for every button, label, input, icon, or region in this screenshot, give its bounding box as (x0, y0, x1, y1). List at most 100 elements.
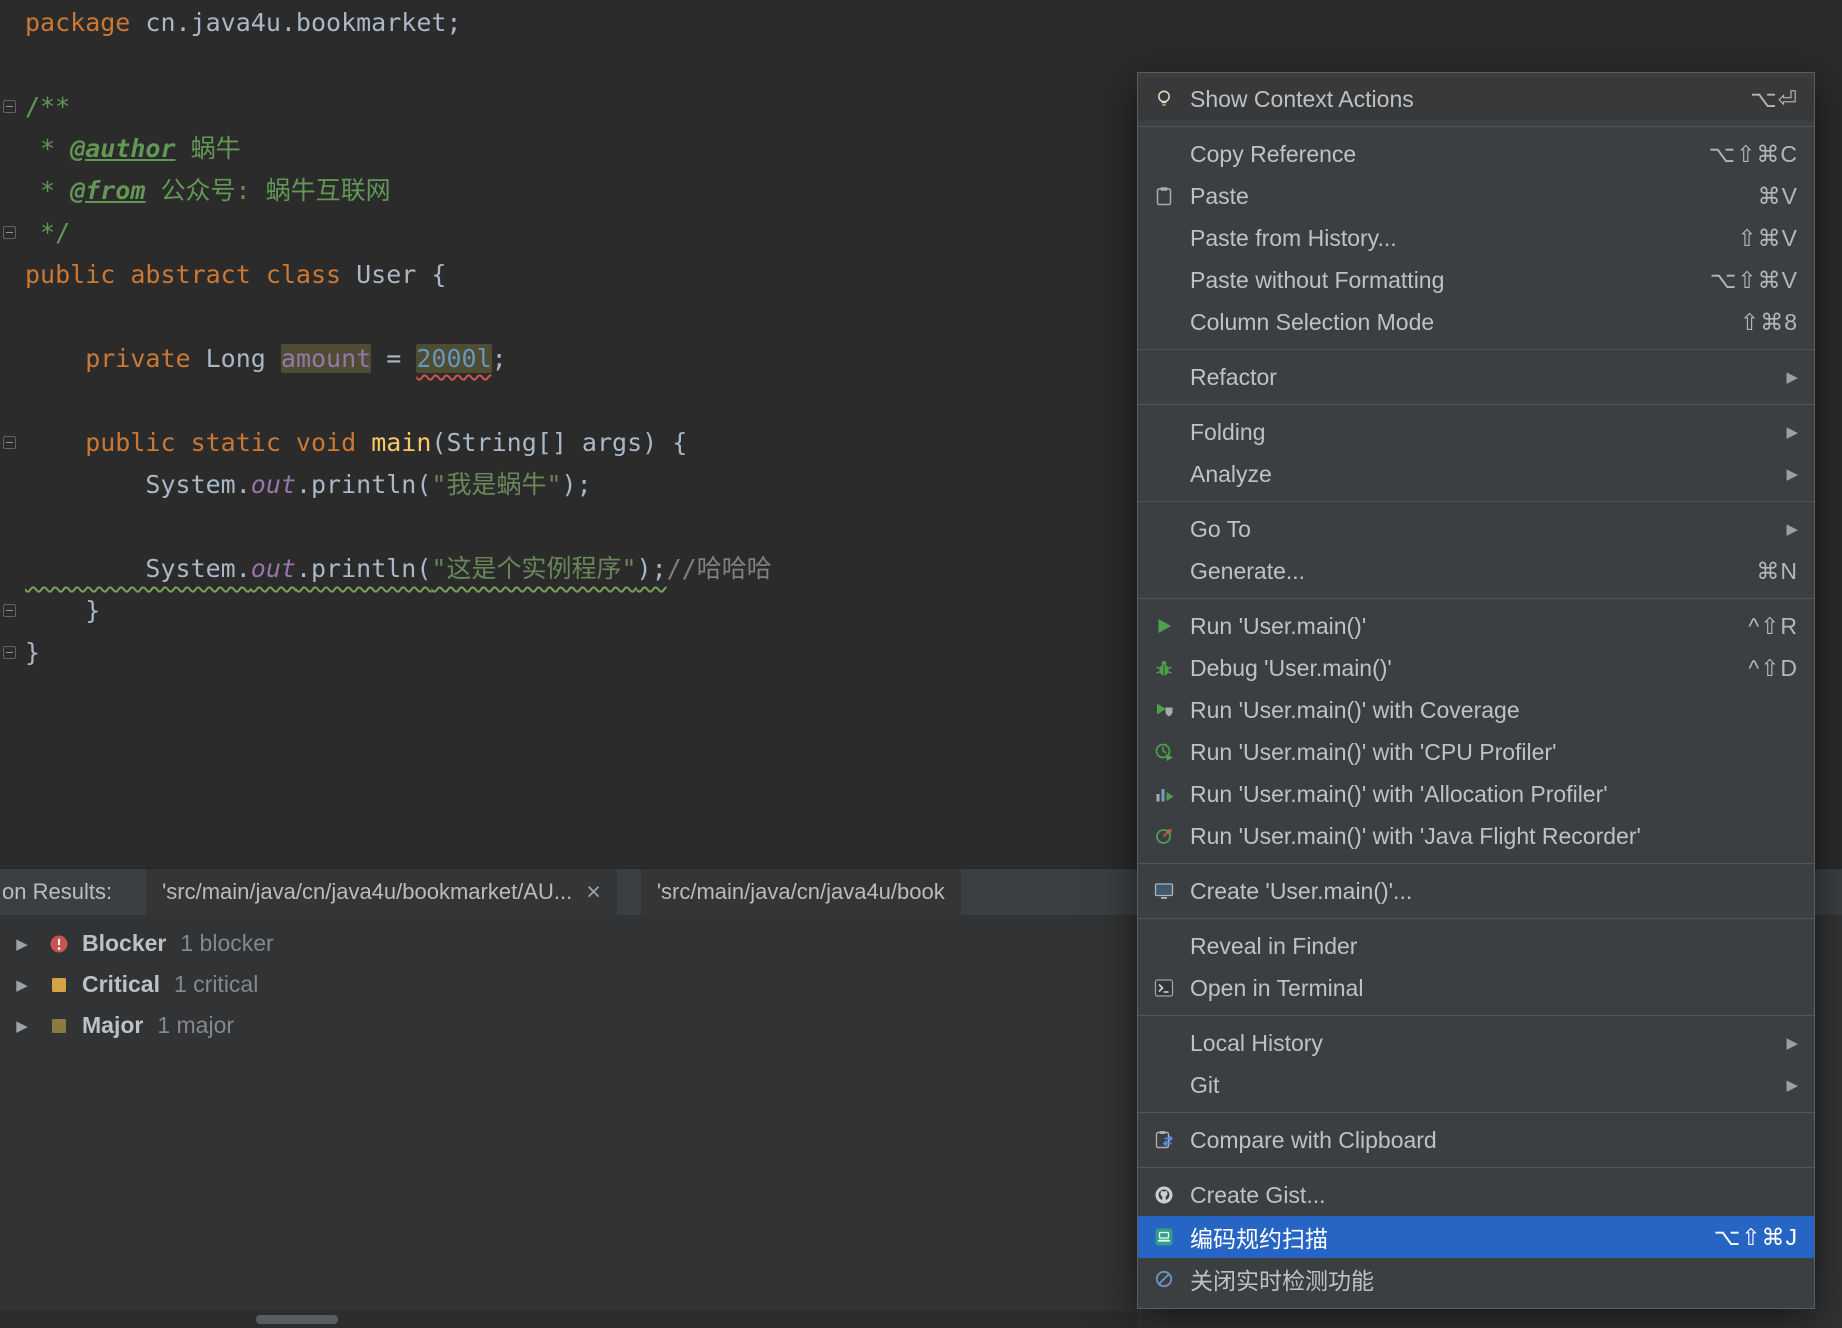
menu-item-generate[interactable]: Generate... ⌘N (1138, 550, 1814, 592)
menu-item-label: Paste without Formatting (1190, 266, 1445, 293)
icon-spacer (1150, 309, 1178, 335)
menu-item-run-with-coverage[interactable]: Run 'User.main()' with Coverage (1138, 689, 1814, 731)
menu-shortcut: ^⇧R (1748, 612, 1798, 639)
menu-shortcut: ⌥⇧⌘J (1713, 1223, 1798, 1250)
menu-item-label: Generate... (1190, 557, 1306, 584)
menu-item-label: Create 'User.main()'... (1190, 877, 1413, 904)
lightbulb-icon (1150, 86, 1178, 112)
menu-item-reveal-in-finder[interactable]: Reveal in Finder (1138, 925, 1814, 967)
menu-item-label: Paste (1190, 182, 1249, 209)
icon-spacer (1150, 516, 1178, 542)
menu-item-label: Run 'User.main()' with Coverage (1190, 696, 1520, 723)
menu-item-label: Run 'User.main()' with 'Allocation Profi… (1190, 780, 1608, 807)
context-menu: Show Context Actions ⌥⏎ Copy Reference ⌥… (1137, 72, 1815, 1309)
critical-severity-icon (48, 976, 70, 994)
icon-spacer (1150, 933, 1178, 959)
monitor-icon (1150, 878, 1178, 904)
cpu-profiler-icon (1150, 739, 1178, 765)
fold-marker-icon[interactable] (3, 646, 16, 659)
horizontal-scrollbar[interactable] (0, 1311, 1137, 1328)
run-icon (1150, 613, 1178, 639)
tab-label: 'src/main/java/cn/java4u/book (656, 879, 945, 904)
fold-marker-icon[interactable] (3, 604, 16, 617)
menu-item-paste-from-history[interactable]: Paste from History... ⇧⌘V (1138, 217, 1814, 259)
inspection-tab-1[interactable]: 'src/main/java/cn/java4u/bookmarket/AU..… (146, 869, 617, 915)
close-icon[interactable]: × (586, 879, 601, 905)
fold-marker-icon[interactable] (3, 226, 16, 239)
menu-item-create-user-main[interactable]: Create 'User.main()'... (1138, 870, 1814, 912)
menu-item-paste-without-formatting[interactable]: Paste without Formatting ⌥⇧⌘V (1138, 259, 1814, 301)
menu-item-disable-realtime-detection[interactable]: 关闭实时检测功能 (1138, 1258, 1814, 1300)
severity-label: Critical (82, 971, 160, 997)
menu-item-label: Compare with Clipboard (1190, 1126, 1437, 1153)
allocation-profiler-icon (1150, 781, 1178, 807)
severity-count: 1 blocker (180, 930, 274, 956)
menu-item-refactor[interactable]: Refactor ▶ (1138, 356, 1814, 398)
submenu-arrow-icon: ▶ (1786, 521, 1798, 538)
submenu-arrow-icon: ▶ (1786, 424, 1798, 441)
menu-shortcut: ⌘N (1756, 557, 1798, 584)
icon-spacer (1150, 461, 1178, 487)
menu-shortcut: ⌥⏎ (1750, 85, 1798, 112)
menu-item-create-gist[interactable]: Create Gist... (1138, 1174, 1814, 1216)
submenu-arrow-icon: ▶ (1786, 466, 1798, 483)
menu-item-label: Debug 'User.main()' (1190, 654, 1392, 681)
menu-item-compare-with-clipboard[interactable]: Compare with Clipboard (1138, 1119, 1814, 1161)
fold-marker-icon[interactable] (3, 436, 16, 449)
icon-spacer (1150, 225, 1178, 251)
menu-item-label: Run 'User.main()' with 'CPU Profiler' (1190, 738, 1557, 765)
fold-marker-icon[interactable] (3, 100, 16, 113)
debug-icon (1150, 655, 1178, 681)
submenu-arrow-icon: ▶ (1786, 1077, 1798, 1094)
menu-item-label: Show Context Actions (1190, 85, 1414, 112)
severity-label: Blocker (82, 930, 167, 956)
icon-spacer (1150, 419, 1178, 445)
menu-separator (1138, 404, 1814, 405)
severity-label: Major (82, 1012, 144, 1038)
chevron-right-icon[interactable]: ▶ (12, 935, 32, 953)
code-line: package cn.java4u.bookmarket; (25, 8, 462, 37)
menu-item-local-history[interactable]: Local History ▶ (1138, 1022, 1814, 1064)
icon-spacer (1150, 141, 1178, 167)
chevron-right-icon[interactable]: ▶ (12, 1017, 32, 1035)
menu-item-label: Git (1190, 1071, 1220, 1098)
menu-item-run-with-allocation-profiler[interactable]: Run 'User.main()' with 'Allocation Profi… (1138, 773, 1814, 815)
menu-item-column-selection-mode[interactable]: Column Selection Mode ⇧⌘8 (1138, 301, 1814, 343)
icon-spacer (1150, 1072, 1178, 1098)
menu-shortcut: ⌘V (1757, 182, 1798, 209)
menu-item-debug-user-main[interactable]: Debug 'User.main()' ^⇧D (1138, 647, 1814, 689)
menu-item-label: Copy Reference (1190, 140, 1357, 167)
menu-item-folding[interactable]: Folding ▶ (1138, 411, 1814, 453)
menu-item-label: Column Selection Mode (1190, 308, 1435, 335)
inspection-tab-2[interactable]: 'src/main/java/cn/java4u/book (640, 869, 961, 915)
highlighted-identifier: amount (280, 344, 372, 373)
menu-item-git[interactable]: Git ▶ (1138, 1064, 1814, 1106)
menu-separator (1138, 598, 1814, 599)
menu-item-go-to[interactable]: Go To ▶ (1138, 508, 1814, 550)
menu-item-code-convention-scan[interactable]: 编码规约扫描 ⌥⇧⌘J (1138, 1216, 1814, 1258)
menu-item-run-with-java-flight-recorder[interactable]: Run 'User.main()' with 'Java Flight Reco… (1138, 815, 1814, 857)
menu-shortcut: ⌥⇧⌘V (1709, 266, 1798, 293)
icon-spacer (1150, 1030, 1178, 1056)
icon-spacer (1150, 267, 1178, 293)
scrollbar-thumb[interactable] (256, 1315, 338, 1324)
menu-item-copy-reference[interactable]: Copy Reference ⌥⇧⌘C (1138, 133, 1814, 175)
menu-item-label: Analyze (1190, 460, 1272, 487)
icon-spacer (1150, 364, 1178, 390)
menu-item-paste[interactable]: Paste ⌘V (1138, 175, 1814, 217)
menu-item-run-with-cpu-profiler[interactable]: Run 'User.main()' with 'CPU Profiler' (1138, 731, 1814, 773)
menu-item-open-in-terminal[interactable]: Open in Terminal (1138, 967, 1814, 1009)
menu-item-label: Create Gist... (1190, 1181, 1326, 1208)
menu-item-analyze[interactable]: Analyze ▶ (1138, 453, 1814, 495)
menu-item-show-context-actions[interactable]: Show Context Actions ⌥⏎ (1138, 78, 1814, 120)
run-coverage-icon (1150, 697, 1178, 723)
menu-separator (1138, 863, 1814, 864)
menu-shortcut: ⇧⌘8 (1739, 308, 1798, 335)
menu-item-label: Local History (1190, 1029, 1323, 1056)
paste-icon (1150, 183, 1178, 209)
terminal-icon (1150, 975, 1178, 1001)
chevron-right-icon[interactable]: ▶ (12, 976, 32, 994)
flight-recorder-icon (1150, 823, 1178, 849)
menu-item-run-user-main[interactable]: Run 'User.main()' ^⇧R (1138, 605, 1814, 647)
menu-shortcut: ⌥⇧⌘C (1708, 140, 1798, 167)
